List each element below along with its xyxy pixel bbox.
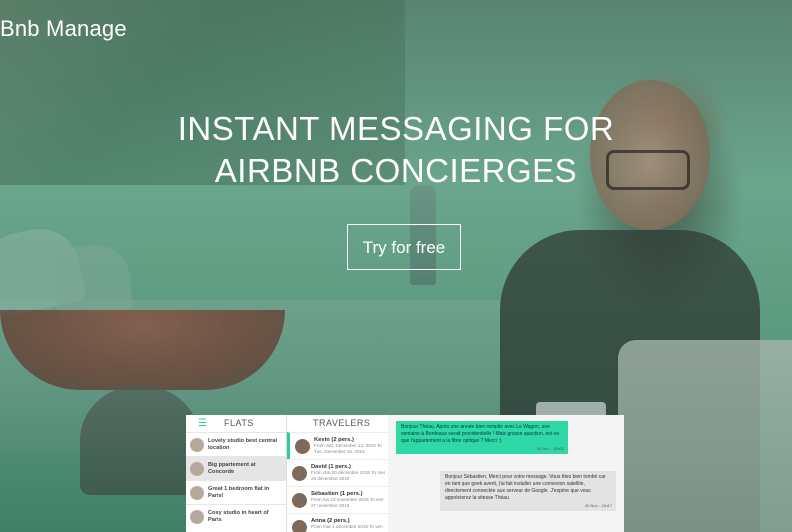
background-bowl-stand: [80, 385, 200, 495]
flat-title: Big ppartement at Concorde: [208, 462, 256, 475]
flat-thumbnail: [190, 438, 204, 452]
flat-thumbnail: [190, 462, 204, 476]
background-pillow: [51, 241, 134, 319]
message-text: Bonjour Théau, Après une année bien remp…: [401, 424, 560, 444]
traveler-avatar: [292, 520, 307, 532]
message-timestamp: 20 Nov - 15h03: [536, 446, 564, 451]
traveler-item: Anna (2 pers.) From mar 1 décembre 2015 …: [287, 513, 389, 532]
flat-item: Big ppartement at Concorde: [186, 456, 286, 480]
traveler-avatar: [295, 439, 310, 454]
traveler-name: Sébastien (1 pers.): [311, 491, 363, 497]
flat-title: Great 1 bedroom flat in Paris!: [208, 486, 270, 499]
flat-item: Cosy studio in heart of Paris: [186, 504, 286, 528]
chat-panel: Bonjour Théau, Après une année bien remp…: [388, 415, 624, 532]
background-laptop: [618, 340, 792, 532]
message-bubble-outgoing: Bonjour Sébastien, Merci pour votre mess…: [440, 471, 616, 511]
traveler-avatar: [292, 466, 307, 481]
traveler-name: Anna (2 pers.): [311, 518, 350, 524]
traveler-item: David (1 pers.) From dim 20 décembre 201…: [287, 459, 389, 486]
try-for-free-button[interactable]: Try for free: [347, 224, 461, 270]
brand-logo[interactable]: Bnb Manage: [0, 16, 127, 42]
app-preview-screenshot: ☰ FLATS Lovely studio best central locat…: [186, 415, 624, 532]
message-timestamp: 20 Nov - 11h17: [584, 503, 612, 508]
headline-line-1: INSTANT MESSAGING FOR: [177, 110, 615, 147]
flats-header: ☰ FLATS: [186, 415, 286, 432]
flat-thumbnail: [190, 486, 204, 500]
traveler-name: Kevin (2 pers.): [314, 437, 354, 443]
traveler-item: Kevin (2 pers.) From Sat, December 12, 2…: [287, 432, 389, 459]
flat-title: Lovely studio best central location: [208, 438, 278, 451]
flat-title: Cosy studio in heart of Paris: [208, 510, 269, 523]
traveler-name: David (1 pers.): [311, 464, 351, 470]
traveler-dates: From Sat, December 12, 2015 To Tue, Dece…: [314, 443, 382, 454]
message-bubble-incoming: Bonjour Théau, Après une année bien remp…: [396, 421, 568, 454]
flat-item: Lovely studio best central location: [186, 432, 286, 456]
menu-icon: ☰: [198, 418, 208, 429]
travelers-header: TRAVELERS: [313, 418, 371, 428]
flat-item: Great 1 bedroom flat in Paris!: [186, 480, 286, 504]
flat-thumbnail: [190, 510, 204, 524]
message-text: Bonjour Sébastien, Merci pour votre mess…: [445, 474, 606, 501]
traveler-avatar: [292, 493, 307, 508]
traveler-dates: From lun 23 novembre 2015 To ven 27 nove…: [311, 497, 384, 508]
traveler-dates: From dim 20 décembre 2015 To mer 23 déce…: [311, 470, 386, 481]
flats-column: ☰ FLATS Lovely studio best central locat…: [186, 415, 286, 532]
background-bowl: [0, 310, 285, 390]
hero-headline: INSTANT MESSAGING FOR AIRBNB CONCIERGES: [0, 108, 792, 192]
travelers-column: TRAVELERS Kevin (2 pers.) From Sat, Dece…: [286, 415, 389, 532]
traveler-dates: From mar 1 décembre 2015 To ven: [311, 524, 383, 529]
traveler-item: Sébastien (1 pers.) From lun 23 novembre…: [287, 486, 389, 513]
headline-line-2: AIRBNB CONCIERGES: [214, 152, 578, 189]
flats-header-label: FLATS: [224, 418, 254, 428]
